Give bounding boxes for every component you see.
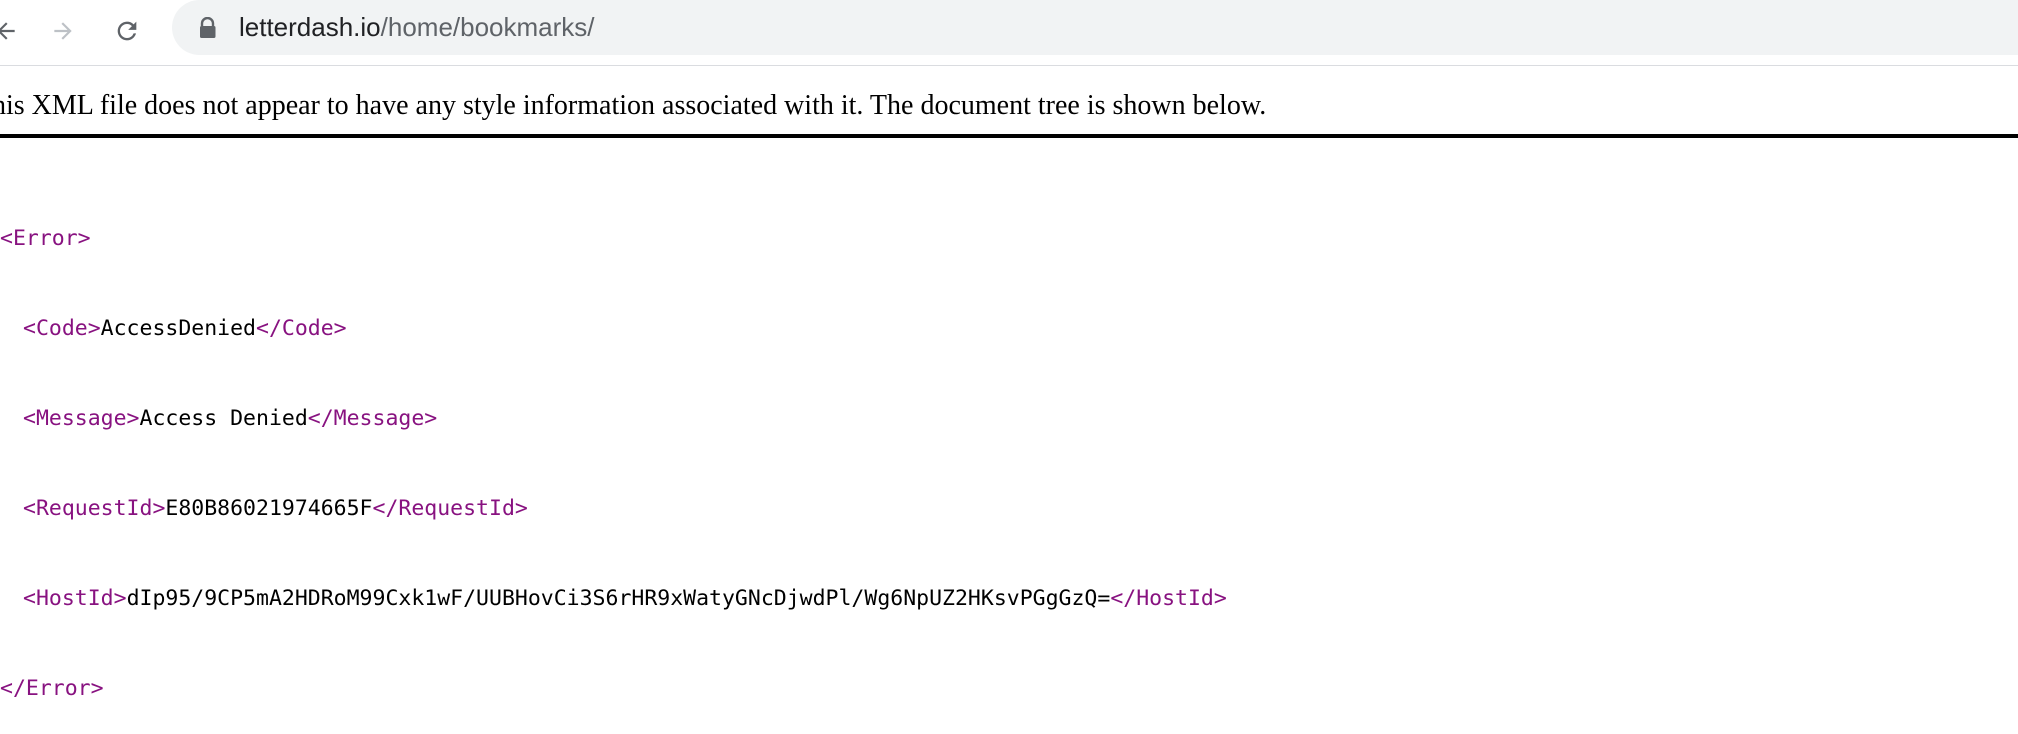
- url-path: /home/bookmarks/: [380, 12, 595, 42]
- lock-icon[interactable]: [198, 17, 218, 39]
- xml-error-open-line: <Error>: [0, 224, 1227, 254]
- xml-hostid-line: <HostId>dIp95/9CP5mA2HDRoM99Cxk1wF/UUBHo…: [0, 584, 1227, 614]
- xml-error-close-line: </Error>: [0, 674, 1227, 704]
- url-text: letterdash.io/home/bookmarks/: [239, 0, 595, 55]
- xml-requestid-line: <RequestId>E80B86021974665F</RequestId>: [0, 494, 1227, 524]
- xml-tag-requestid-open: <RequestId>: [23, 496, 166, 521]
- back-button[interactable]: [0, 11, 26, 51]
- xml-style-notice-text: his XML file does not appear to have any…: [0, 90, 1267, 121]
- xml-tag-hostid-close: </HostId>: [1110, 586, 1227, 611]
- xml-style-notice: his XML file does not appear to have any…: [0, 66, 2018, 138]
- reload-button[interactable]: [107, 11, 147, 51]
- xml-message-value: Access Denied: [139, 406, 308, 431]
- reload-icon: [117, 21, 137, 41]
- xml-tag-message-open: <Message>: [23, 406, 140, 431]
- arrow-right-icon: [54, 22, 72, 40]
- xml-tag-code-close: </Code>: [256, 316, 347, 341]
- xml-requestid-value: E80B86021974665F: [165, 496, 373, 521]
- xml-hostid-value: dIp95/9CP5mA2HDRoM99Cxk1wF/UUBHovCi3S6rH…: [126, 586, 1111, 611]
- url-domain: letterdash.io: [239, 12, 381, 42]
- xml-tag-code-open: <Code>: [23, 316, 101, 341]
- browser-toolbar: letterdash.io/home/bookmarks/: [0, 0, 2018, 66]
- xml-code-value: AccessDenied: [100, 316, 257, 341]
- xml-message-line: <Message>Access Denied</Message>: [0, 404, 1227, 434]
- xml-document-tree: <Error> <Code>AccessDenied</Code> <Messa…: [0, 164, 1227, 734]
- xml-tag-message-close: </Message>: [307, 406, 438, 431]
- forward-button[interactable]: [43, 11, 83, 51]
- xml-tag-hostid-open: <HostId>: [23, 586, 127, 611]
- xml-code-line: <Code>AccessDenied</Code>: [0, 314, 1227, 344]
- arrow-left-icon: [0, 22, 15, 40]
- xml-tag-error-close: </Error>: [0, 676, 104, 701]
- address-bar[interactable]: letterdash.io/home/bookmarks/: [172, 0, 2018, 55]
- xml-tag-requestid-close: </RequestId>: [372, 496, 528, 521]
- xml-tag-error-open: <Error>: [0, 226, 91, 251]
